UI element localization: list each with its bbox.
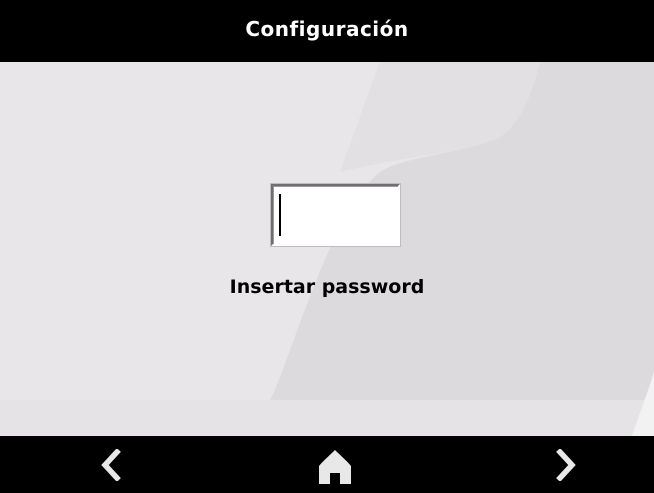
chevron-left-icon bbox=[101, 448, 121, 481]
header-bar: Configuración bbox=[0, 0, 654, 62]
background-decoration bbox=[0, 62, 654, 436]
footer-nav-bar bbox=[0, 436, 654, 493]
content-area: Insertar password bbox=[0, 62, 654, 436]
forward-button[interactable] bbox=[522, 436, 612, 493]
page-title: Configuración bbox=[245, 17, 409, 41]
back-button[interactable] bbox=[65, 436, 155, 493]
home-button[interactable] bbox=[290, 436, 380, 493]
text-cursor bbox=[279, 194, 281, 236]
password-label: Insertar password bbox=[229, 276, 425, 298]
password-input[interactable] bbox=[270, 183, 401, 247]
home-icon bbox=[319, 449, 351, 484]
chevron-right-icon bbox=[556, 448, 576, 481]
settings-screen: Configuración Insertar password bbox=[0, 0, 654, 493]
